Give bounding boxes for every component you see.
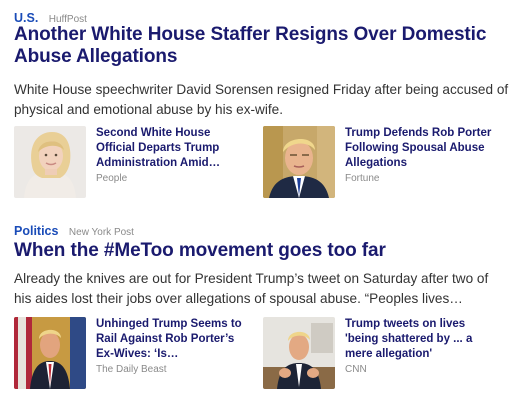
related-article[interactable]: Unhinged Trump Seems to Rail Against Rob… [14,317,242,393]
related-text: Unhinged Trump Seems to Rail Against Rob… [96,317,246,375]
man-standing-photo-icon[interactable] [14,317,86,389]
related-title-link[interactable]: Trump tweets on lives 'being shattered b… [345,317,495,362]
related-article[interactable]: Second White House Official Departs Trum… [14,126,220,202]
story-meta: Politics New York Post [14,222,134,240]
man-gesturing-photo-icon[interactable] [263,317,335,389]
woman-portrait-photo-icon[interactable] [14,126,86,198]
related-title-link[interactable]: Trump Defends Rob Porter Following Spous… [345,126,495,171]
man-portrait-photo-icon[interactable] [263,126,335,198]
related-source: People [96,173,128,184]
story-summary: White House speechwriter David Sorensen … [14,82,509,117]
related-article[interactable]: Trump Defends Rob Porter Following Spous… [263,126,491,202]
related-source: CNN [345,364,367,375]
headline-link[interactable]: Another White House Staffer Resigns Over… [14,24,509,68]
category-link[interactable]: Politics [14,224,58,238]
related-source: Fortune [345,173,380,184]
related-title-link[interactable]: Unhinged Trump Seems to Rail Against Rob… [96,317,246,362]
related-text: Trump Defends Rob Porter Following Spous… [345,126,495,184]
category-link[interactable]: U.S. [14,11,38,25]
story-summary: Already the knives are out for President… [14,271,489,306]
related-title-link[interactable]: Second White House Official Departs Trum… [96,126,246,171]
source-label: New York Post [68,227,134,238]
related-text: Trump tweets on lives 'being shattered b… [345,317,495,375]
related-article[interactable]: Trump tweets on lives 'being shattered b… [263,317,472,393]
related-text: Second White House Official Departs Trum… [96,126,246,184]
headline-link[interactable]: When the #MeToo movement goes too far [14,240,509,262]
related-source: The Daily Beast [96,364,167,375]
